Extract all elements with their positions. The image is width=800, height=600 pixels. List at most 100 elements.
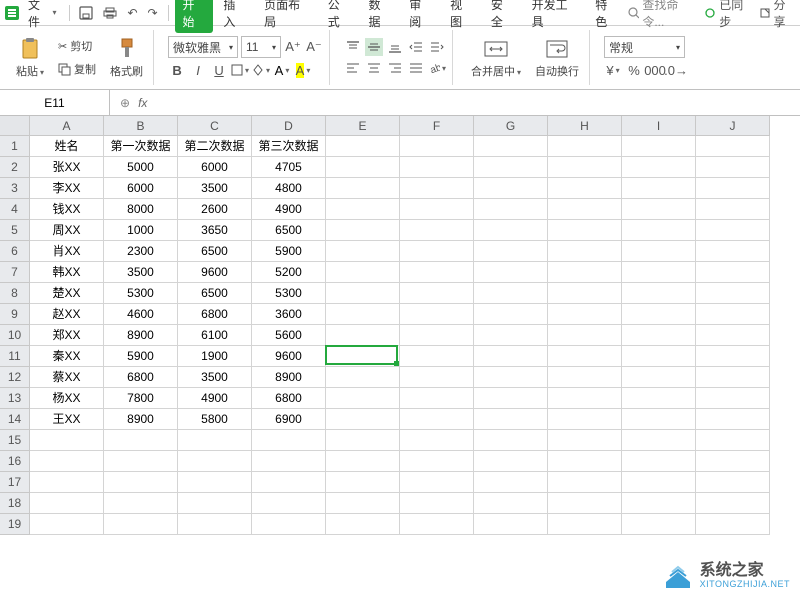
row-header[interactable]: 12: [0, 367, 30, 388]
row-header[interactable]: 7: [0, 262, 30, 283]
cell[interactable]: [622, 493, 696, 514]
cell[interactable]: 5000: [104, 157, 178, 178]
copy-button[interactable]: 复制: [54, 59, 100, 79]
cell[interactable]: 3500: [104, 262, 178, 283]
cell[interactable]: 钱XX: [30, 199, 104, 220]
decrease-font-icon[interactable]: A⁻: [305, 38, 323, 56]
row-header[interactable]: 14: [0, 409, 30, 430]
cell[interactable]: [622, 304, 696, 325]
cell[interactable]: [400, 262, 474, 283]
comma-icon[interactable]: 000: [646, 61, 664, 79]
cell[interactable]: 6100: [178, 325, 252, 346]
merge-center-button[interactable]: 合并居中: [467, 35, 525, 81]
cut-button[interactable]: ✂剪切: [54, 36, 100, 56]
column-header[interactable]: B: [104, 116, 178, 136]
row-header[interactable]: 2: [0, 157, 30, 178]
cell[interactable]: [548, 367, 622, 388]
row-header[interactable]: 13: [0, 388, 30, 409]
align-left-icon[interactable]: [344, 59, 362, 77]
cell[interactable]: [548, 262, 622, 283]
cell[interactable]: [474, 220, 548, 241]
column-header[interactable]: A: [30, 116, 104, 136]
cell[interactable]: [548, 409, 622, 430]
cell[interactable]: [622, 325, 696, 346]
formula-input[interactable]: [155, 96, 790, 110]
cell[interactable]: [400, 241, 474, 262]
cell[interactable]: [326, 283, 400, 304]
cell[interactable]: [474, 304, 548, 325]
print-icon[interactable]: [99, 4, 121, 22]
align-bottom-icon[interactable]: [386, 38, 404, 56]
cell[interactable]: [622, 472, 696, 493]
tab-special[interactable]: 特色: [587, 0, 626, 33]
cell[interactable]: [474, 262, 548, 283]
cell[interactable]: 秦XX: [30, 346, 104, 367]
cell[interactable]: [696, 346, 770, 367]
cell[interactable]: [548, 346, 622, 367]
cell[interactable]: 4800: [252, 178, 326, 199]
cell[interactable]: 8900: [252, 367, 326, 388]
cell[interactable]: 2600: [178, 199, 252, 220]
cell[interactable]: [548, 493, 622, 514]
cell[interactable]: 8000: [104, 199, 178, 220]
cell[interactable]: [622, 409, 696, 430]
cell[interactable]: [548, 451, 622, 472]
cell[interactable]: [548, 220, 622, 241]
cell[interactable]: 5600: [252, 325, 326, 346]
cell[interactable]: [252, 451, 326, 472]
row-header[interactable]: 11: [0, 346, 30, 367]
zoom-icon[interactable]: ⊕: [120, 96, 130, 110]
column-header[interactable]: J: [696, 116, 770, 136]
cell[interactable]: [178, 514, 252, 535]
cell[interactable]: [400, 430, 474, 451]
cell[interactable]: [30, 451, 104, 472]
cell[interactable]: 6500: [178, 283, 252, 304]
cell[interactable]: 第二次数据: [178, 136, 252, 157]
wrap-text-button[interactable]: 自动换行: [531, 35, 583, 81]
cell[interactable]: [326, 304, 400, 325]
cell[interactable]: [30, 472, 104, 493]
row-header[interactable]: 4: [0, 199, 30, 220]
cell[interactable]: [548, 325, 622, 346]
cell[interactable]: 1900: [178, 346, 252, 367]
cell[interactable]: [696, 430, 770, 451]
cell[interactable]: [474, 451, 548, 472]
cell[interactable]: [326, 178, 400, 199]
align-right-icon[interactable]: [386, 59, 404, 77]
cell[interactable]: 8900: [104, 409, 178, 430]
tab-start[interactable]: 开始: [175, 0, 214, 33]
font-color-button[interactable]: A: [273, 61, 291, 79]
row-header[interactable]: 3: [0, 178, 30, 199]
cell[interactable]: [696, 367, 770, 388]
cell[interactable]: [622, 367, 696, 388]
cell[interactable]: [400, 451, 474, 472]
cell[interactable]: [696, 451, 770, 472]
cell[interactable]: [252, 514, 326, 535]
cell[interactable]: [400, 367, 474, 388]
cell[interactable]: [400, 157, 474, 178]
tab-security[interactable]: 安全: [483, 0, 522, 33]
cell[interactable]: [400, 388, 474, 409]
cell[interactable]: 姓名: [30, 136, 104, 157]
cell[interactable]: [400, 220, 474, 241]
cell[interactable]: [474, 472, 548, 493]
cell[interactable]: [622, 136, 696, 157]
row-header[interactable]: 5: [0, 220, 30, 241]
cell[interactable]: 3500: [178, 367, 252, 388]
cell[interactable]: 5900: [104, 346, 178, 367]
row-header[interactable]: 16: [0, 451, 30, 472]
cell[interactable]: [548, 304, 622, 325]
share-button[interactable]: 分享: [759, 0, 796, 30]
cell[interactable]: 6000: [178, 157, 252, 178]
cell[interactable]: [696, 220, 770, 241]
cell[interactable]: [696, 262, 770, 283]
cell[interactable]: [178, 430, 252, 451]
cell[interactable]: [400, 136, 474, 157]
undo-icon[interactable]: ↶: [123, 4, 141, 22]
cell[interactable]: 6900: [252, 409, 326, 430]
decrease-indent-icon[interactable]: [407, 38, 425, 56]
cell[interactable]: [622, 241, 696, 262]
cell[interactable]: [400, 493, 474, 514]
cell[interactable]: [326, 409, 400, 430]
cell[interactable]: [696, 409, 770, 430]
